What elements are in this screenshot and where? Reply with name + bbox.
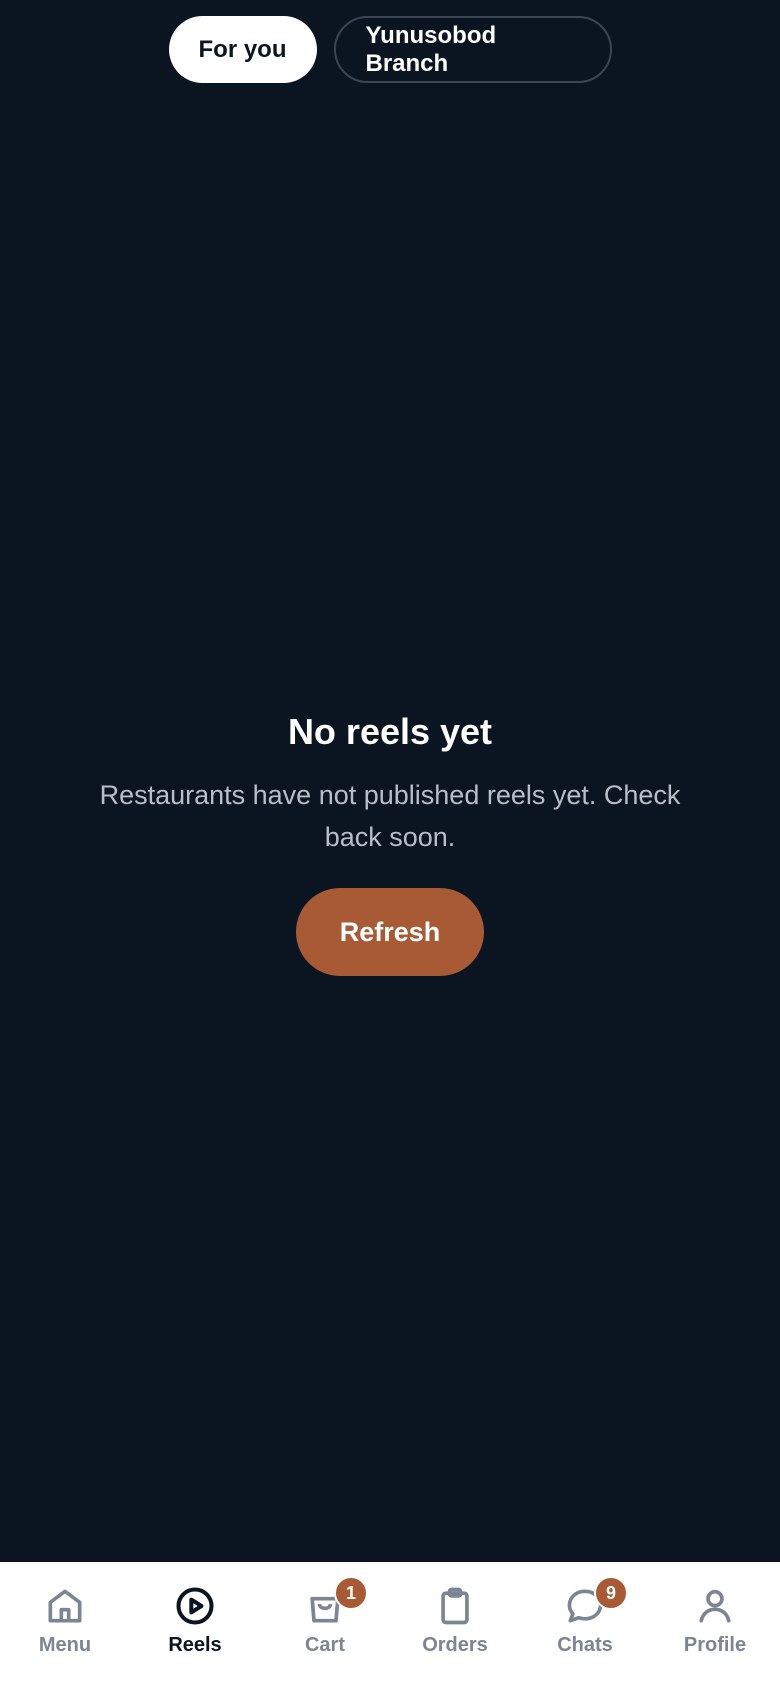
nav-item-reels[interactable]: Reels [140, 1584, 250, 1657]
nav-label-reels: Reels [168, 1634, 222, 1656]
bottom-nav: Menu Reels 1 Cart Orders 9 Chats Profile [0, 1562, 780, 1688]
nav-label-chats: Chats [557, 1634, 613, 1656]
refresh-button[interactable]: Refresh [296, 888, 484, 976]
nav-label-profile: Profile [683, 1634, 747, 1656]
nav-item-chats[interactable]: 9 Chats [530, 1576, 640, 1657]
nav-label-cart: Cart [304, 1634, 345, 1656]
empty-state-title: No reels yet [287, 711, 493, 752]
nav-item-cart[interactable]: 1 Cart [270, 1576, 380, 1657]
empty-state-message: Restaurants have not published reels yet… [99, 780, 681, 852]
cart-badge: 1 [334, 1576, 368, 1610]
chats-badge: 9 [594, 1576, 628, 1610]
home-icon [48, 1589, 82, 1623]
tab-for-you[interactable]: For you [168, 16, 317, 83]
user-icon [699, 1589, 731, 1623]
tab-yunusobod-branch[interactable]: Yunusobod Branch [333, 16, 612, 83]
nav-item-profile[interactable]: Profile [660, 1584, 770, 1657]
nav-label-orders: Orders [422, 1634, 488, 1656]
clipboard-icon [441, 1587, 469, 1625]
reels-screen: For you Yunusobod Branch No reels yet Re… [0, 0, 780, 1688]
play-circle-icon [176, 1587, 214, 1625]
top-tabs: For you Yunusobod Branch [0, 16, 780, 83]
nav-item-orders[interactable]: Orders [400, 1584, 510, 1657]
empty-state: No reels yet Restaurants have not publis… [0, 710, 780, 976]
nav-label-menu: Menu [38, 1634, 92, 1656]
nav-item-menu[interactable]: Menu [10, 1584, 120, 1657]
